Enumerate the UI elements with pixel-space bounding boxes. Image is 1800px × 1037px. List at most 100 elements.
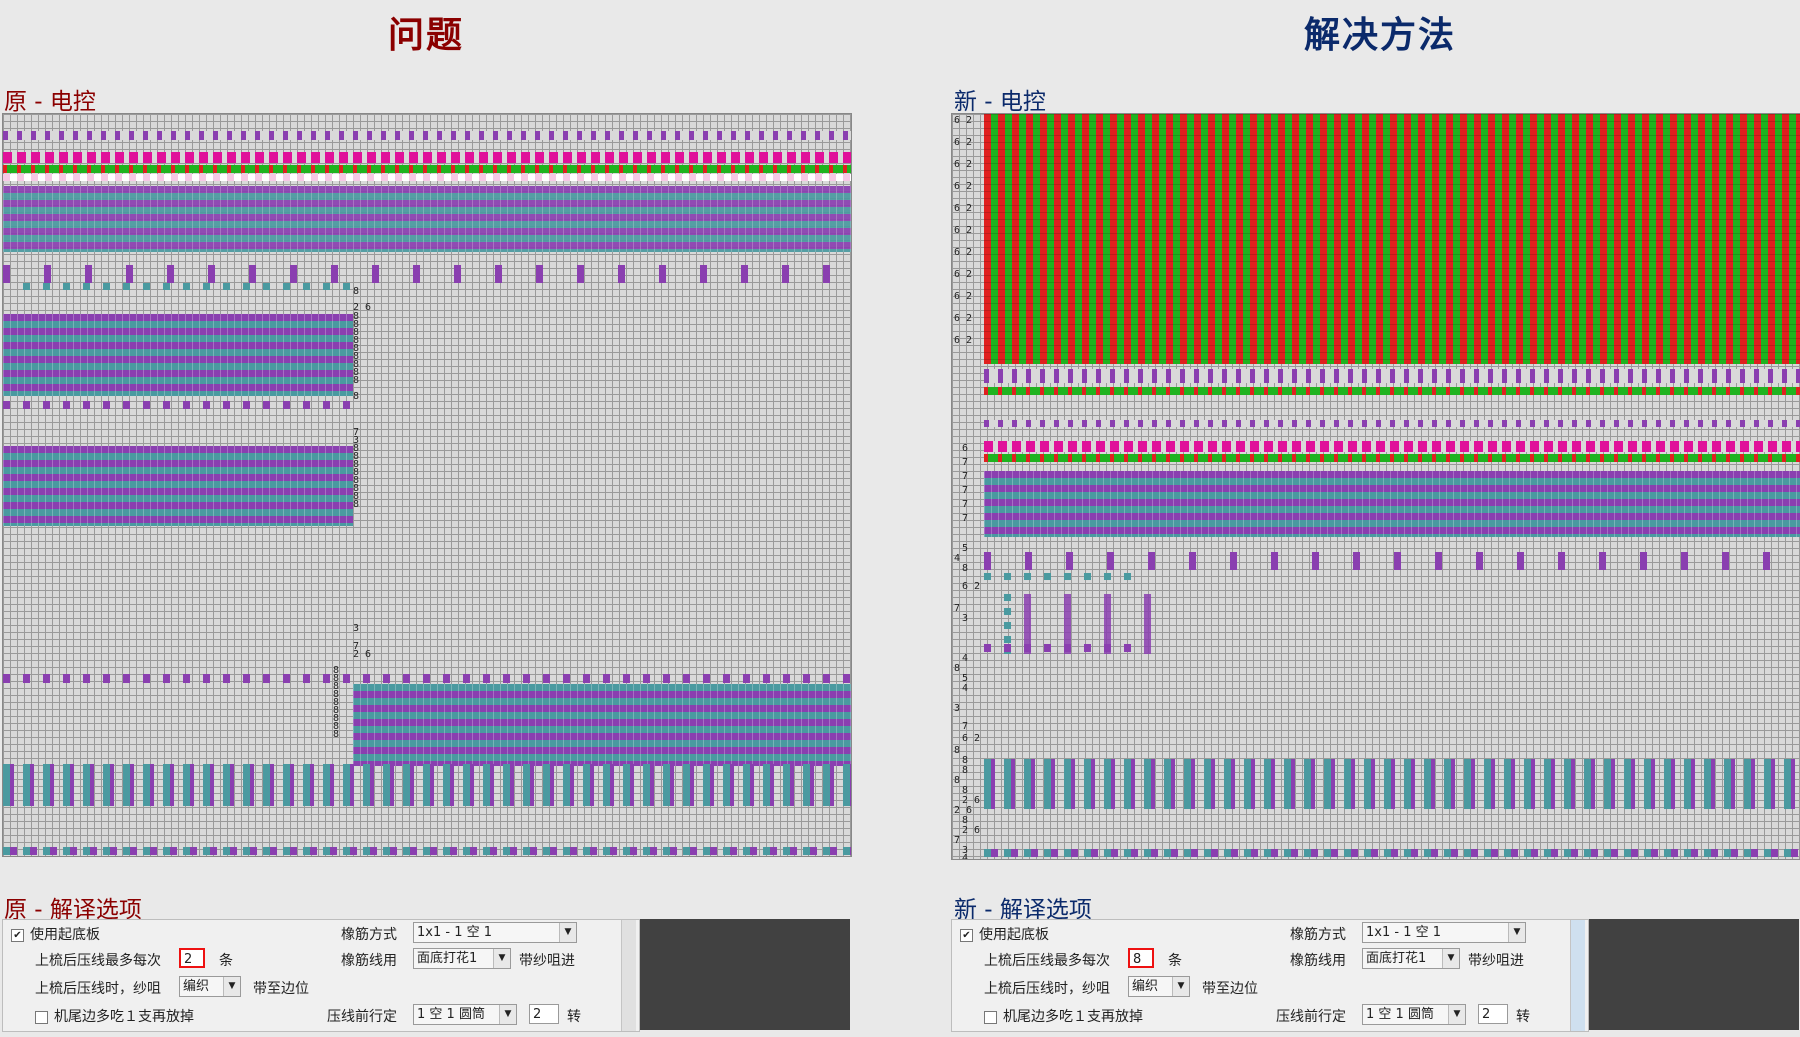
row-number: 7 <box>962 513 969 524</box>
tail-option-text: 机尾边多吃１支再放掉 <box>54 1009 194 1025</box>
row-number: 6 2 <box>954 115 973 126</box>
yarn-suffix: 带至边位 <box>253 981 309 997</box>
yarn-select[interactable]: 编织 ▼ <box>1128 976 1190 997</box>
marker-row-1b <box>23 283 353 290</box>
turns-input[interactable]: 2 <box>1478 1004 1508 1024</box>
new-options-panel: ✔ 使用起底板 上梳后压线最多每次 8 条 上梳后压线时，纱咀 编织 ▼ 带至边位 … <box>951 919 1589 1032</box>
rubber-mode-select[interactable]: 1x1 - 1 空 1 ▼ <box>1362 922 1526 943</box>
row-number: 6 2 <box>962 733 981 744</box>
row-number: 2 6 <box>962 825 981 836</box>
left-block-1-markers <box>3 401 353 409</box>
use-base-board-checkbox[interactable]: ✔ <box>960 928 973 942</box>
turns-unit: 转 <box>1516 1009 1530 1025</box>
yarn-select-value: 编织 <box>1132 979 1159 994</box>
red-green-overlay <box>984 114 1800 364</box>
max-lines-input[interactable]: 2 <box>179 948 205 968</box>
band-green-r <box>984 387 1800 395</box>
rubber-yarn-suffix: 带纱咀进 <box>519 953 575 969</box>
row-number: 7 <box>962 471 969 482</box>
yarn-select[interactable]: 编织 ▼ <box>179 976 241 997</box>
row-number: 8 <box>954 113 960 114</box>
left-block-2-overlay <box>3 446 353 526</box>
use-base-board-text: 使用起底板 <box>30 927 100 943</box>
row-number: 4 <box>962 653 969 664</box>
band-outline-r2 <box>984 420 1800 427</box>
row-number: 6 2 <box>954 181 973 192</box>
row-number: 6 2 <box>954 225 973 236</box>
chevron-down-icon: ▼ <box>499 1005 516 1024</box>
tail-option[interactable]: 机尾边多吃１支再放掉 <box>35 1006 194 1026</box>
marker-row-2 <box>3 674 851 683</box>
press-select[interactable]: 1 空 1 圆筒 ▼ <box>413 1004 517 1025</box>
row-number: 2 6 <box>353 649 372 660</box>
press-value: 1 空 1 圆筒 <box>417 1007 485 1022</box>
row-number: 8 <box>353 375 360 386</box>
row-number: 6 2 <box>954 247 973 258</box>
rubber-mode-label: 橡筋方式 <box>341 927 397 943</box>
yarn-label: 上梳后压线时，纱咀 <box>984 981 1110 997</box>
row-number: 8 <box>962 113 968 114</box>
new-control-label: 新 - 电控 <box>954 89 1046 115</box>
press-label: 压线前行定 <box>1276 1009 1346 1025</box>
options-scrollbar[interactable] <box>621 920 636 1031</box>
max-lines-unit: 条 <box>219 953 233 969</box>
row-number: 7 <box>962 499 969 510</box>
chevron-down-icon: ▼ <box>1442 949 1459 968</box>
preview-area <box>640 919 850 1030</box>
use-base-board-text: 使用起底板 <box>979 927 1049 943</box>
rubber-mode-label: 橡筋方式 <box>1290 927 1346 943</box>
chevron-down-icon: ▼ <box>1508 923 1525 942</box>
row-number: 7 <box>962 721 969 732</box>
left-block-1-overlay <box>3 314 353 396</box>
preview-area <box>1589 919 1799 1030</box>
use-base-board-option[interactable]: ✔ 使用起底板 <box>11 924 100 944</box>
rubber-yarn-select[interactable]: 面底打花1 ▼ <box>1362 948 1460 969</box>
rubber-mode-select[interactable]: 1x1 - 1 空 1 ▼ <box>413 922 577 943</box>
use-base-board-option[interactable]: ✔ 使用起底板 <box>960 924 1049 944</box>
tail-option-checkbox[interactable] <box>984 1010 997 1024</box>
press-label: 压线前行定 <box>327 1009 397 1025</box>
scatter-row-3 <box>984 644 1134 652</box>
row-number: 6 2 <box>954 159 973 170</box>
original-control-grid[interactable]: 82 688888888887388888888372 6888888888 <box>2 113 852 857</box>
row-number: 3 <box>954 703 961 714</box>
row-number: 6 2 <box>954 313 973 324</box>
row-number: 4 <box>962 683 969 694</box>
original-control-label: 原 - 电控 <box>4 89 96 115</box>
marker-row-r1b <box>984 573 1134 580</box>
row-number: 7 <box>954 835 961 846</box>
row-number: 7 <box>962 485 969 496</box>
rubber-yarn-value: 面底打花1 <box>417 951 478 966</box>
row-number: 7 <box>954 603 961 614</box>
press-select[interactable]: 1 空 1 圆筒 ▼ <box>1362 1004 1466 1025</box>
use-base-board-checkbox[interactable]: ✔ <box>11 928 24 942</box>
chevron-down-icon: ▼ <box>1172 977 1189 996</box>
row-number: 6 2 <box>954 203 973 214</box>
rubber-mode-value: 1x1 - 1 空 1 <box>1366 925 1441 940</box>
band-purple-teal-r-overlay <box>984 471 1800 537</box>
tail-option[interactable]: 机尾边多吃１支再放掉 <box>984 1006 1143 1026</box>
rubber-yarn-select[interactable]: 面底打花1 ▼ <box>413 948 511 969</box>
tail-option-checkbox[interactable] <box>35 1010 48 1024</box>
max-lines-input[interactable]: 8 <box>1128 948 1154 968</box>
max-lines-unit: 条 <box>1168 953 1182 969</box>
new-control-grid[interactable]: 6 2 6 2 6 2 6 2 6 2 6 2 6 2 6 2 6 2 6 2 6 2 6 7 7 7 7 7 5… <box>951 113 1800 860</box>
row-number: 8 <box>954 745 961 756</box>
options-scrollbar[interactable] <box>1570 920 1585 1031</box>
row-number: 8 <box>962 765 969 776</box>
solution-heading: 解决方法 <box>1304 15 1457 56</box>
turns-input[interactable]: 2 <box>529 1004 559 1024</box>
row-number: 5 <box>962 543 969 554</box>
original-options-panel: ✔ 使用起底板 上梳后压线最多每次 2 条 上梳后压线时，纱咀 编织 ▼ 带至边位 … <box>2 919 640 1032</box>
band-top-outline <box>3 131 851 140</box>
row-number: 7 <box>962 457 969 468</box>
rubber-yarn-value: 面底打花1 <box>1366 951 1427 966</box>
band-white-pink <box>3 174 851 181</box>
row-number: 6 <box>962 443 969 454</box>
turns-unit: 转 <box>567 1009 581 1025</box>
band-outline-r <box>984 369 1800 383</box>
row-number: 4 <box>954 553 961 564</box>
row-number: 8 <box>353 286 360 297</box>
band-green <box>3 165 851 173</box>
bottom-columns <box>3 764 851 806</box>
